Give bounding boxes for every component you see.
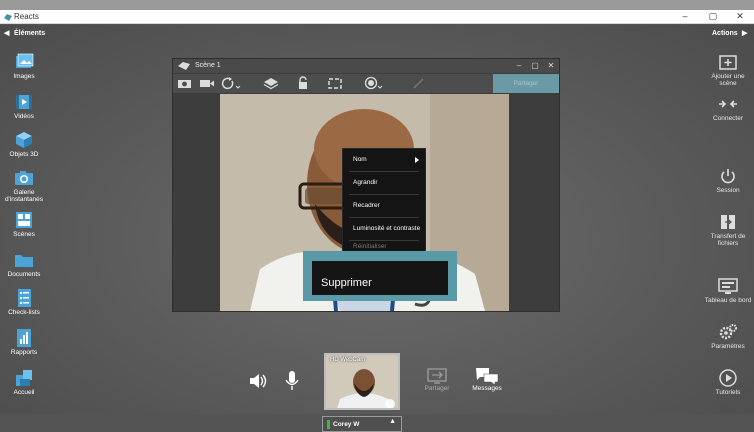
scenes-icon [16, 212, 32, 228]
webcam-label: HD WebCam [330, 357, 366, 363]
title-bar: Reacts – ▢ ✕ [0, 10, 754, 24]
scene-close-button[interactable]: ✕ [544, 60, 558, 72]
images-icon [16, 53, 34, 68]
action-file-transfer[interactable]: Transfert de fichiers [702, 213, 754, 247]
scene-title-bar: Scène 1 – ▢ ✕ [173, 59, 559, 73]
app-area: ◀ Éléments Images Vidéos Objets 3D Galer… [0, 25, 754, 432]
top-strip [0, 0, 754, 10]
participant-name: Corey W [333, 421, 360, 428]
menu-item-name[interactable]: Nom [343, 149, 425, 171]
record-icon[interactable] [363, 76, 385, 90]
sidebar-item-reports[interactable]: Rapports [0, 329, 48, 356]
context-menu: Nom Agrandir Recadrer Luminosité et cont… [342, 148, 426, 260]
dashboard-icon [718, 278, 738, 294]
camera-icon [15, 171, 33, 185]
action-session[interactable]: Session [702, 167, 754, 194]
rotate-icon[interactable] [219, 76, 241, 90]
sidebar-item-images[interactable]: Images [0, 53, 48, 80]
scene-title: Scène 1 [195, 62, 221, 69]
share-screen-icon [427, 368, 447, 384]
file-transfer-icon [721, 215, 735, 229]
tutorials-icon [719, 369, 737, 387]
maximize-button[interactable]: ▢ [699, 10, 727, 24]
messages-button[interactable]: Messages [457, 367, 517, 392]
actions-sidebar: Actions ▶ Ajouter une scène Connecter Se… [702, 25, 754, 414]
sidebar-item-checklists[interactable]: Check-lists [0, 289, 48, 316]
collapse-left-icon: ◀ [4, 30, 10, 37]
reacts-logo-icon [4, 14, 12, 21]
window-title: Reacts [14, 12, 39, 21]
participant-selector[interactable]: Corey W ▲ [322, 416, 402, 432]
elements-sidebar: ◀ Éléments Images Vidéos Objets 3D Galer… [0, 25, 48, 414]
speaker-icon[interactable] [248, 372, 268, 390]
scene-toolbar: Partager [173, 74, 559, 93]
home-icon [16, 370, 32, 386]
action-connect[interactable]: Connecter [702, 95, 754, 122]
scene-maximize-button[interactable]: ▢ [528, 60, 542, 72]
action-add-scene[interactable]: Ajouter une scène [702, 53, 754, 87]
menu-item-delete[interactable]: Supprimer [312, 261, 448, 295]
chevron-up-icon: ▲ [389, 418, 396, 425]
add-scene-icon [719, 55, 737, 70]
crop-icon[interactable] [327, 76, 343, 90]
menu-item-brightness-contrast[interactable]: Luminosité et contraste [343, 218, 425, 240]
lock-icon[interactable] [295, 76, 311, 90]
pen-icon [413, 78, 424, 89]
layers-icon[interactable] [263, 76, 279, 90]
reports-icon [17, 329, 31, 347]
gears-icon [719, 324, 737, 340]
snapshot-icon[interactable] [177, 76, 193, 90]
cube-icon [16, 132, 32, 148]
sidebar-item-scenes[interactable]: Scènes [0, 211, 48, 238]
sidebar-item-home[interactable]: Accueil [0, 369, 48, 396]
minimize-button[interactable]: – [671, 10, 699, 24]
menu-item-crop[interactable]: Recadrer [343, 195, 425, 217]
action-tutorials[interactable]: Tutoriels [702, 369, 754, 396]
scene-share-button[interactable]: Partager [493, 74, 559, 93]
webcam-person-photo [326, 355, 398, 408]
connect-icon [719, 100, 737, 108]
chat-bubbles-icon [476, 368, 499, 385]
action-dashboard[interactable]: Tableau de bord [702, 277, 754, 304]
status-indicator [327, 420, 330, 429]
video-camera-icon[interactable] [199, 76, 215, 90]
sidebar-item-3d-objects[interactable]: Objets 3D [0, 131, 48, 158]
submenu-arrow-icon [415, 157, 419, 163]
folder-icon [15, 255, 33, 267]
videos-icon [16, 95, 32, 109]
microphone-icon[interactable] [284, 370, 300, 392]
close-button[interactable]: ✕ [726, 10, 754, 24]
scene-minimize-button[interactable]: – [512, 60, 526, 72]
action-settings[interactable]: Paramètres [702, 323, 754, 350]
sidebar-item-documents[interactable]: Documents [0, 251, 48, 278]
checklist-icon [18, 289, 31, 307]
sidebar-item-snapshot-gallery[interactable]: Galerie d'instantanés [0, 169, 48, 203]
scene-icon [178, 62, 190, 70]
webcam-preview[interactable]: HD WebCam [324, 353, 400, 410]
power-icon [721, 169, 735, 184]
menu-item-enlarge[interactable]: Agrandir [343, 172, 425, 194]
collapse-right-icon: ▶ [742, 30, 748, 37]
sidebar-item-videos[interactable]: Vidéos [0, 93, 48, 120]
